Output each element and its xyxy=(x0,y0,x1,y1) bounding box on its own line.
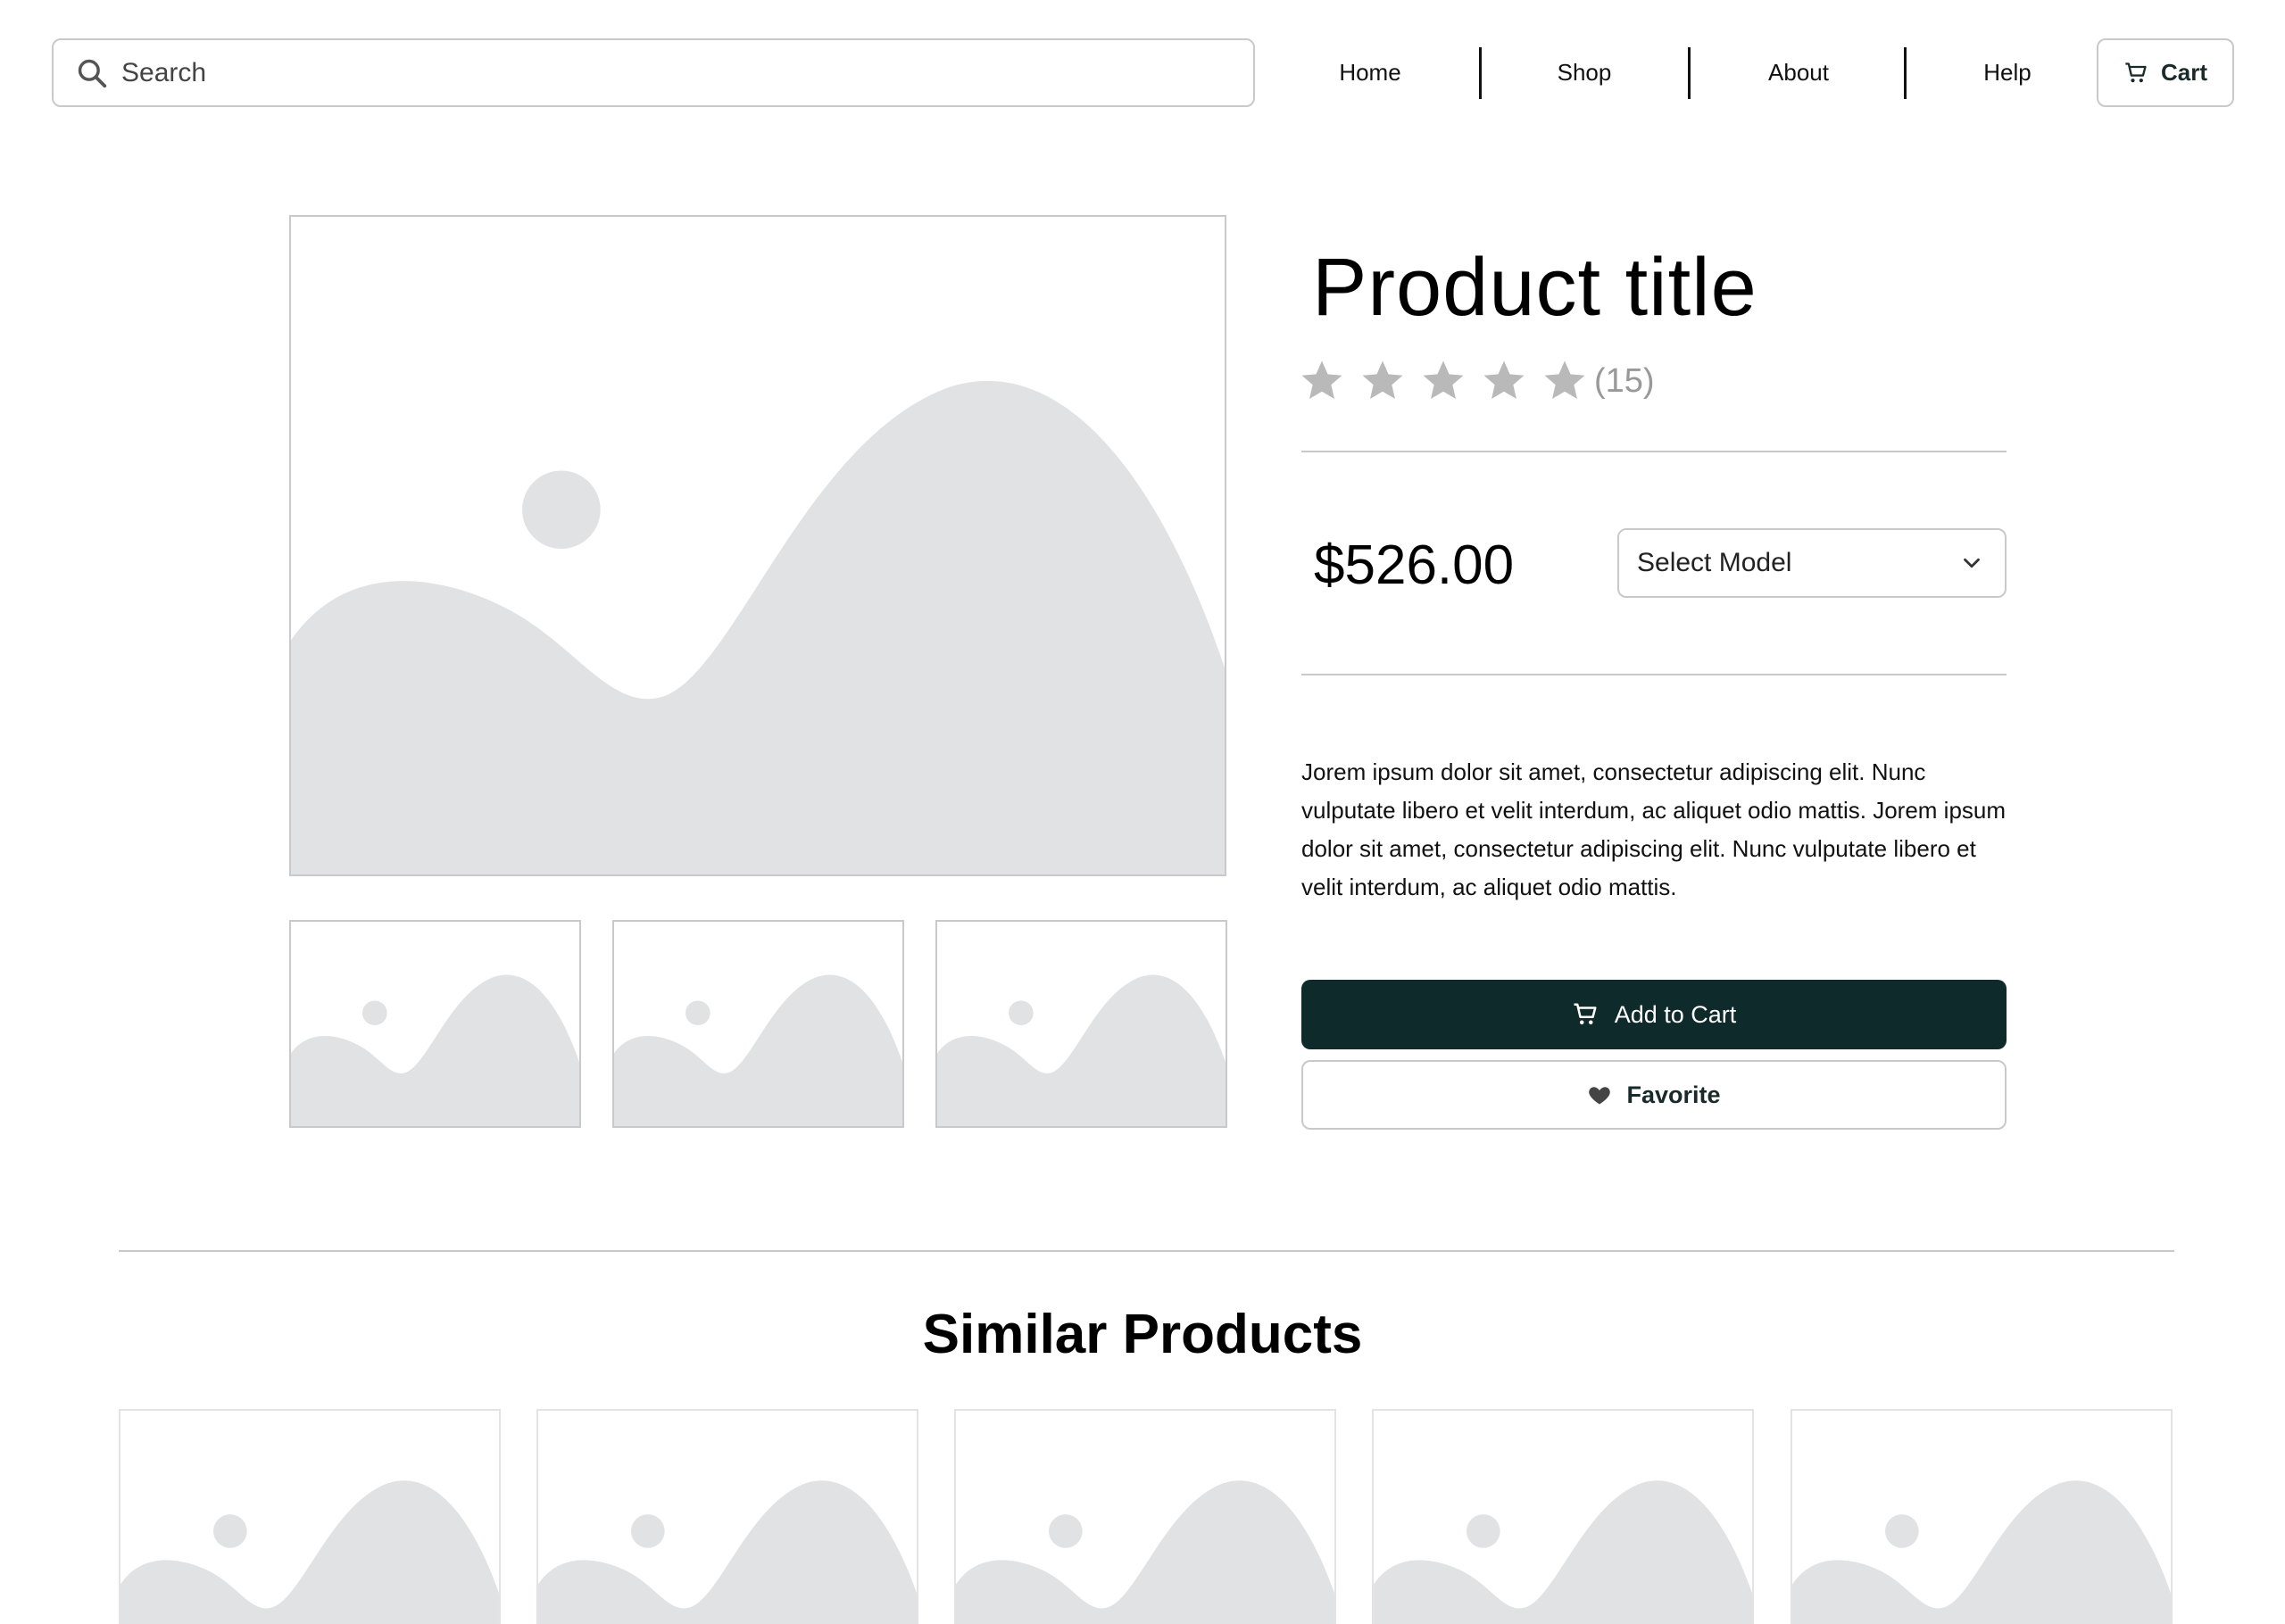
favorite-button[interactable]: Favorite xyxy=(1301,1060,2007,1130)
main-product-image[interactable] xyxy=(289,215,1226,876)
similar-products-title: Similar Products xyxy=(922,1304,1363,1365)
search-input[interactable] xyxy=(121,57,1192,88)
image-placeholder-icon xyxy=(291,974,579,1126)
add-to-cart-label: Add to Cart xyxy=(1614,1000,1737,1028)
cart-icon xyxy=(2125,62,2147,82)
model-select[interactable]: Select Model xyxy=(1617,528,2007,598)
similar-product-card[interactable] xyxy=(1372,1409,1754,1624)
divider xyxy=(1301,674,2007,675)
product-page: Home Shop About Help .nav-link{top:43px;… xyxy=(0,0,2285,1624)
nav-help[interactable]: Help xyxy=(1958,38,2056,107)
search-icon xyxy=(78,59,107,87)
similar-product-card[interactable] xyxy=(1791,1409,2173,1624)
star-icon[interactable] xyxy=(1541,357,1589,405)
image-placeholder-icon xyxy=(956,1480,1334,1624)
nav-separator xyxy=(1688,47,1691,99)
section-divider xyxy=(119,1250,2174,1252)
image-placeholder-icon xyxy=(120,1480,499,1624)
thumbnail-3[interactable] xyxy=(935,920,1227,1128)
search-bar[interactable] xyxy=(52,38,1255,107)
favorite-label: Favorite xyxy=(1626,1081,1721,1108)
similar-product-card[interactable] xyxy=(954,1409,1336,1624)
product-description: Jorem ipsum dolor sit amet, consectetur … xyxy=(1301,758,2007,900)
model-select-value: Select Model xyxy=(1637,548,1792,577)
similar-product-card[interactable] xyxy=(536,1409,918,1624)
image-placeholder-icon xyxy=(291,380,1225,874)
image-placeholder-icon xyxy=(614,974,902,1126)
star-icon[interactable] xyxy=(1419,357,1467,405)
image-placeholder-icon xyxy=(538,1480,917,1624)
image-placeholder-icon xyxy=(1374,1480,1752,1624)
review-count[interactable]: (15) xyxy=(1594,362,1655,401)
nav-about[interactable]: About xyxy=(1749,38,1848,107)
nav-shop[interactable]: Shop xyxy=(1535,38,1633,107)
star-icon[interactable] xyxy=(1298,357,1346,405)
similar-product-card[interactable] xyxy=(119,1409,501,1624)
thumbnail-2[interactable] xyxy=(612,920,904,1128)
star-icon[interactable] xyxy=(1480,357,1528,405)
divider xyxy=(1301,451,2007,452)
nav-home[interactable]: Home xyxy=(1321,38,1419,107)
image-placeholder-icon xyxy=(937,974,1226,1126)
image-placeholder-icon xyxy=(1792,1480,2171,1624)
add-to-cart-button[interactable]: Add to Cart xyxy=(1301,980,2007,1049)
cart-icon xyxy=(1574,1003,1597,1024)
nav-separator xyxy=(1479,47,1482,99)
star-rating[interactable]: (15) xyxy=(1298,357,1655,405)
star-icon[interactable] xyxy=(1359,357,1407,405)
product-price: $526.00 xyxy=(1314,534,1515,596)
thumbnail-1[interactable] xyxy=(289,920,581,1128)
chevron-down-icon xyxy=(1964,558,1980,568)
cart-button[interactable]: Cart xyxy=(2097,38,2234,107)
cart-label: Cart xyxy=(2160,59,2207,86)
product-title: Product title xyxy=(1312,242,1757,333)
heart-icon xyxy=(1589,1087,1611,1105)
nav-separator xyxy=(1904,47,1907,99)
